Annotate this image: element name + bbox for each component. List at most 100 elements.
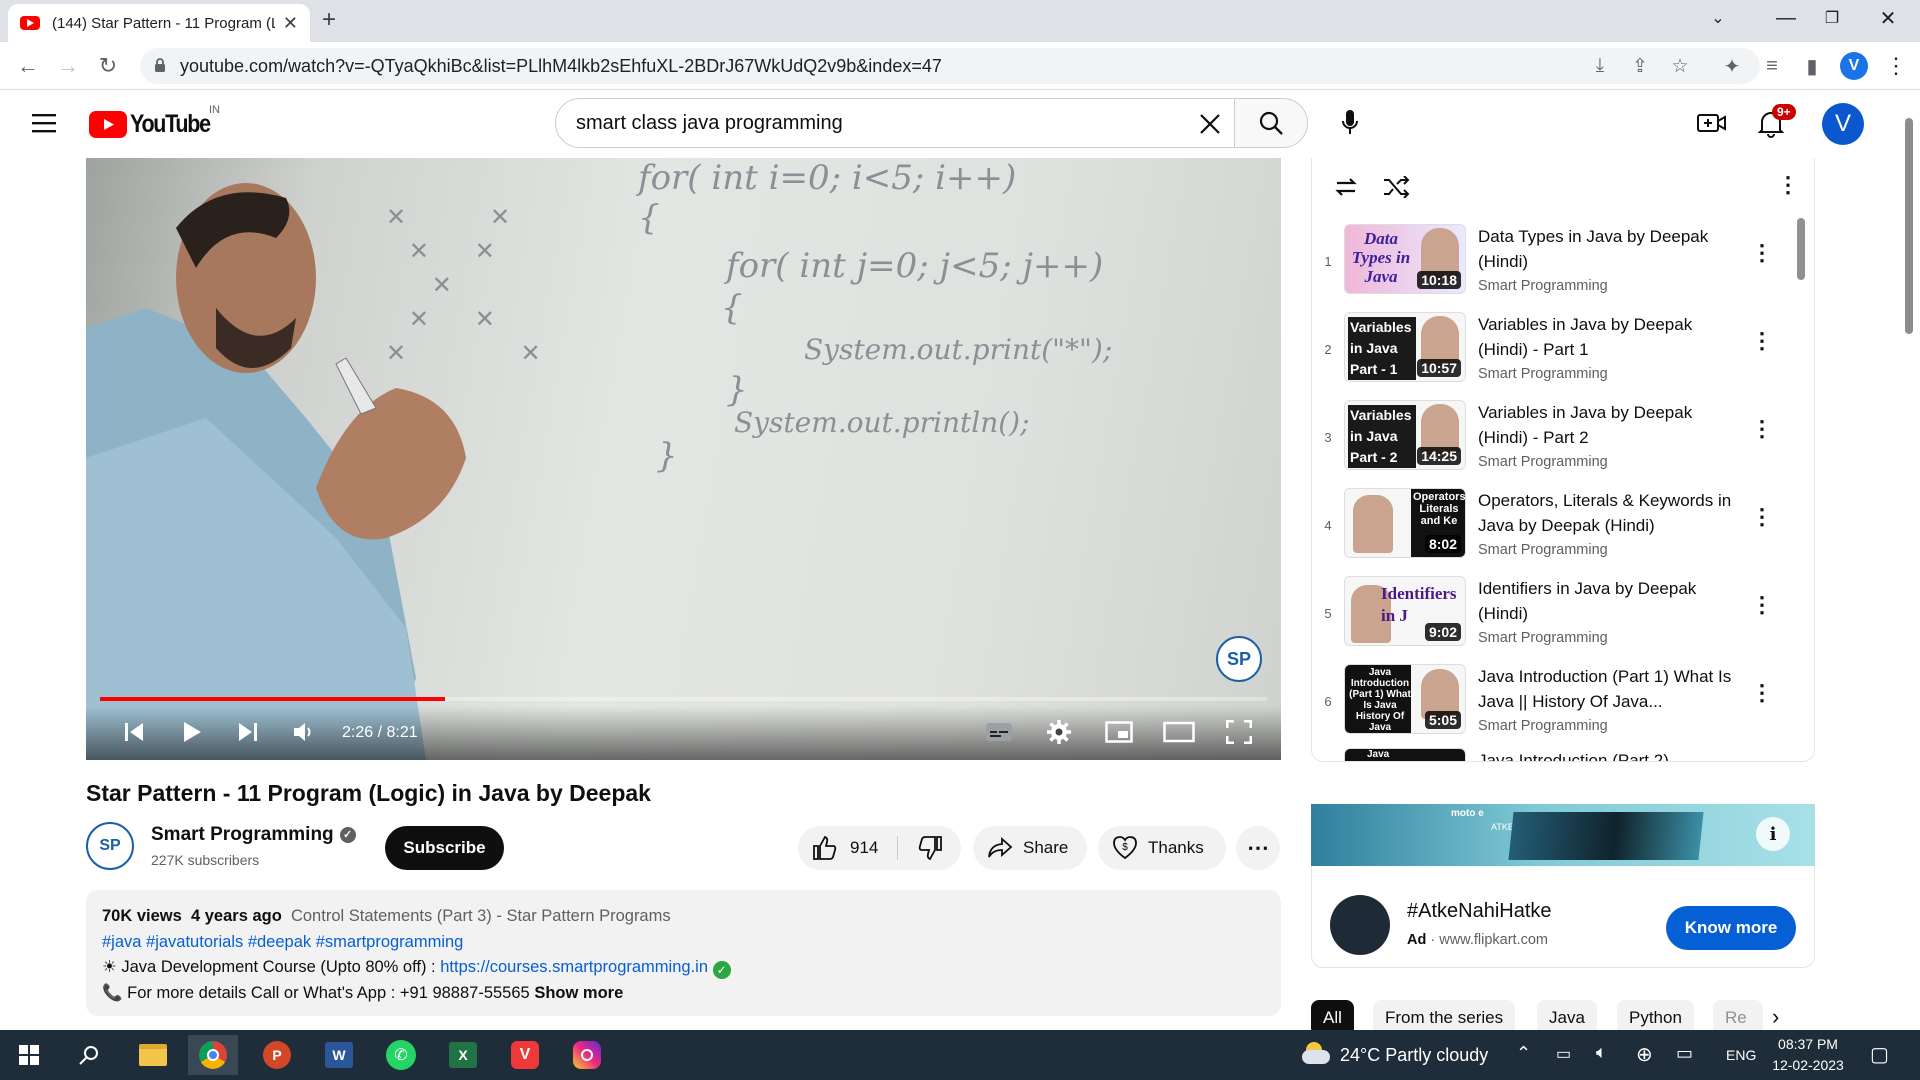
- item-menu-icon[interactable]: ⋮: [1750, 594, 1774, 616]
- chips-next-icon[interactable]: ›: [1772, 1004, 1779, 1030]
- weather-text[interactable]: 24°C Partly cloudy: [1340, 1045, 1488, 1066]
- forward-arrow-icon[interactable]: →: [52, 50, 84, 82]
- more-actions-icon[interactable]: ⋯: [1236, 826, 1280, 870]
- item-menu-icon[interactable]: ⋮: [1750, 506, 1774, 528]
- dislike-button[interactable]: [902, 826, 958, 870]
- search-icon[interactable]: [64, 1035, 114, 1075]
- item-menu-icon[interactable]: ⋮: [1750, 242, 1774, 264]
- battery-icon[interactable]: ▭: [1556, 1044, 1571, 1064]
- previous-button[interactable]: [116, 714, 152, 750]
- bookmark-star-icon[interactable]: ☆: [1662, 48, 1698, 84]
- course-link[interactable]: https://courses.smartprogramming.in: [440, 958, 708, 976]
- item-menu-icon[interactable]: ⋮: [1750, 682, 1774, 704]
- instagram-icon[interactable]: [562, 1035, 612, 1075]
- clock-date[interactable]: 12-02-2023: [1768, 1057, 1848, 1073]
- shuffle-icon[interactable]: [1382, 176, 1410, 198]
- voice-search-button[interactable]: [1325, 98, 1375, 148]
- item-menu-icon[interactable]: ⋮: [1750, 330, 1774, 352]
- like-button[interactable]: 914: [798, 826, 898, 870]
- notification-center-icon[interactable]: ▢: [1870, 1042, 1889, 1067]
- extensions-puzzle-icon[interactable]: ✦: [1716, 50, 1748, 82]
- playlist-item[interactable]: 1 Data Types in Java 10:18 Data Types in…: [1312, 224, 1814, 312]
- powerpoint-icon[interactable]: P: [252, 1035, 302, 1075]
- vivaldi-icon[interactable]: V: [500, 1035, 550, 1075]
- know-more-button[interactable]: Know more: [1666, 906, 1796, 950]
- create-video-icon[interactable]: [1697, 111, 1727, 135]
- subtitles-button[interactable]: [979, 714, 1019, 750]
- fullscreen-button[interactable]: [1219, 714, 1259, 750]
- window-close-icon[interactable]: ✕: [1866, 0, 1910, 36]
- clock-time[interactable]: 08:37 PM: [1776, 1036, 1840, 1052]
- progress-bar[interactable]: [100, 697, 1267, 701]
- channel-avatar[interactable]: SP: [86, 822, 134, 870]
- whatsapp-icon[interactable]: ✆: [376, 1035, 426, 1075]
- playlist-item[interactable]: 6 Java Introduction (Part 1) What Is Jav…: [1312, 664, 1814, 752]
- search-icon: [1259, 111, 1283, 135]
- tab-close-icon[interactable]: ✕: [283, 13, 298, 34]
- hashtags[interactable]: #java #javatutorials #deepak #smartprogr…: [102, 930, 1265, 956]
- chrome-profile-avatar[interactable]: V: [1840, 52, 1868, 80]
- series-link[interactable]: Control Statements (Part 3) - Star Patte…: [291, 907, 671, 925]
- next-button[interactable]: [230, 714, 266, 750]
- playlist-item[interactable]: 5 Identifiers in J 9:02 Identifiers in J…: [1312, 576, 1814, 664]
- browser-tab[interactable]: (144) Star Pattern - 11 Program (Logic) …: [8, 4, 310, 42]
- restore-icon[interactable]: ❐: [1810, 0, 1854, 36]
- channel-watermark[interactable]: SP: [1216, 636, 1262, 682]
- address-bar[interactable]: youtube.com/watch?v=-QTyaQkhiBc&list=PLl…: [140, 48, 1760, 84]
- clear-search-icon[interactable]: [1199, 113, 1221, 135]
- display-icon[interactable]: ▭: [1676, 1043, 1693, 1064]
- excel-icon[interactable]: X: [438, 1035, 488, 1075]
- new-tab-icon[interactable]: +: [322, 6, 336, 34]
- side-panel-icon[interactable]: ▮: [1796, 50, 1828, 82]
- hamburger-menu-icon[interactable]: [32, 113, 58, 133]
- loop-playlist-icon[interactable]: [1332, 176, 1360, 198]
- video-player[interactable]: for( int i=0; i<5; i++) { for( int j=0; …: [86, 158, 1281, 760]
- page-scrollbar[interactable]: [1905, 118, 1913, 334]
- course-text: ☀ Java Development Course (Upto 80% off)…: [102, 958, 441, 976]
- chrome-taskbar-icon[interactable]: [188, 1035, 238, 1075]
- description-box[interactable]: 70K views 4 years ago Control Statements…: [86, 890, 1281, 1016]
- chrome-menu-icon[interactable]: ⋮: [1880, 50, 1912, 82]
- file-explorer-icon[interactable]: [128, 1035, 178, 1075]
- playlist-menu-icon[interactable]: ⋮: [1777, 172, 1799, 198]
- playlist-item[interactable]: 2 Variables in Java Part - 1 10:57 Varia…: [1312, 312, 1814, 400]
- tab-search-chevron-icon[interactable]: ⌄: [1696, 0, 1740, 36]
- theater-mode-button[interactable]: [1159, 714, 1199, 750]
- miniplayer-button[interactable]: [1099, 714, 1139, 750]
- back-arrow-icon[interactable]: ←: [12, 50, 44, 82]
- youtube-account-avatar[interactable]: V: [1822, 103, 1864, 145]
- windows-start-icon[interactable]: [4, 1035, 54, 1075]
- lock-icon[interactable]: [154, 57, 166, 73]
- minimize-icon[interactable]: —: [1764, 0, 1808, 36]
- ad-banner[interactable]: moto e ATKE NAHI, HATKE i: [1311, 804, 1815, 866]
- region-code: IN: [209, 104, 220, 116]
- ad-info-icon[interactable]: i: [1756, 817, 1790, 851]
- show-hidden-icons-icon[interactable]: ⌃: [1516, 1043, 1531, 1064]
- show-more-button[interactable]: Show more: [534, 984, 623, 1002]
- ad-card[interactable]: #AtkeNahiHatke Ad · www.flipkart.com Kno…: [1311, 866, 1815, 968]
- network-globe-icon[interactable]: ⊕: [1636, 1042, 1653, 1067]
- share-page-icon[interactable]: ⇪: [1622, 48, 1658, 84]
- playlist-item[interactable]: 4 Operators Literals and Ke 8:02 Operato…: [1312, 488, 1814, 576]
- playlist-item[interactable]: Java Java Introduction (Part 2): [1312, 748, 1814, 761]
- youtube-logo[interactable]: YouTube: [89, 110, 223, 139]
- board-writing: }: [726, 370, 748, 410]
- install-app-icon[interactable]: ⤓: [1582, 48, 1618, 84]
- play-button[interactable]: [174, 714, 210, 750]
- playlist-item[interactable]: 3 Variables in Java Part - 2 14:25 Varia…: [1312, 400, 1814, 488]
- item-menu-icon[interactable]: ⋮: [1750, 418, 1774, 440]
- speaker-icon[interactable]: 🔈︎: [1596, 1042, 1607, 1063]
- channel-name[interactable]: Smart Programming ✓: [151, 824, 356, 846]
- language-indicator[interactable]: ENG: [1726, 1047, 1756, 1063]
- subscribe-button[interactable]: Subscribe: [385, 826, 504, 870]
- share-button[interactable]: Share: [973, 826, 1087, 870]
- search-button[interactable]: [1234, 98, 1308, 148]
- word-icon[interactable]: W: [314, 1035, 364, 1075]
- thanks-button[interactable]: $ Thanks: [1098, 826, 1226, 870]
- mute-button[interactable]: [286, 714, 322, 750]
- description-meta: 70K views 4 years ago Control Statements…: [102, 904, 1265, 930]
- media-queue-icon[interactable]: ≡: [1756, 50, 1788, 82]
- reload-icon[interactable]: ↻: [92, 50, 124, 82]
- settings-button[interactable]: [1039, 714, 1079, 750]
- search-input[interactable]: smart class java programming: [555, 98, 1235, 148]
